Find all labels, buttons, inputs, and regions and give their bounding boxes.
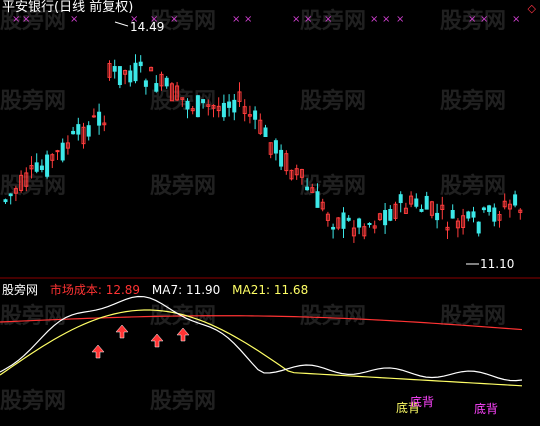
high-pointer-line bbox=[114, 21, 129, 27]
watermark-text: 股旁网 bbox=[440, 303, 506, 329]
cross-marker: × bbox=[70, 14, 78, 25]
candle-body bbox=[138, 61, 143, 67]
candle-body bbox=[424, 195, 429, 210]
candle-body bbox=[221, 102, 226, 118]
cross-marker: × bbox=[480, 14, 488, 25]
indicator-name: 股旁网 bbox=[2, 283, 39, 297]
watermark-text: 股旁网 bbox=[150, 388, 216, 414]
candle-body bbox=[513, 194, 518, 206]
candle-body bbox=[164, 77, 169, 87]
candle-body bbox=[45, 154, 50, 177]
legend-ma7: MA7: 11.90 bbox=[151, 283, 221, 297]
cross-marker: × bbox=[370, 14, 378, 25]
candle-body bbox=[263, 127, 268, 138]
watermark-text: 股旁网 bbox=[300, 88, 366, 114]
candle-body bbox=[253, 110, 258, 120]
cross-marker: × bbox=[12, 14, 20, 25]
candle-body bbox=[346, 217, 351, 221]
candle-body bbox=[419, 208, 424, 212]
watermark-text: 股旁网 bbox=[300, 303, 366, 329]
candle-body bbox=[117, 66, 122, 86]
cross-marker: × bbox=[512, 14, 520, 25]
cross-marker: × bbox=[244, 14, 252, 25]
up-arrow-icon bbox=[176, 327, 190, 342]
candle-body bbox=[273, 140, 278, 154]
cross-marker: × bbox=[292, 14, 300, 25]
candle-body bbox=[435, 212, 440, 221]
candle-body bbox=[154, 83, 159, 92]
cross-marker: × bbox=[468, 14, 476, 25]
watermark-text: 股旁网 bbox=[150, 88, 216, 114]
cross-marker: × bbox=[170, 14, 178, 25]
candle-body bbox=[487, 205, 492, 212]
watermark-text: 股旁网 bbox=[0, 88, 66, 114]
candle-body bbox=[91, 115, 96, 118]
watermark-text: 股旁网 bbox=[0, 388, 66, 414]
candle-body bbox=[34, 162, 39, 172]
candle-body bbox=[97, 111, 102, 126]
candle-body bbox=[39, 165, 44, 170]
low-price-label: 11.10 bbox=[480, 257, 515, 271]
candle-body bbox=[128, 70, 133, 83]
candle-body bbox=[398, 194, 403, 204]
watermark-text: 股旁网 bbox=[440, 173, 506, 199]
signal-label-3: 底背 bbox=[474, 402, 499, 416]
cross-marker: × bbox=[324, 14, 332, 25]
candle-body bbox=[341, 212, 346, 229]
candle-body bbox=[476, 221, 481, 234]
candle-body bbox=[414, 198, 419, 207]
candle-body bbox=[76, 124, 81, 135]
candle-body bbox=[383, 210, 388, 226]
candle-body bbox=[388, 209, 393, 221]
stock-chart-canvas: 股旁网 股旁网 股旁网 股旁网股旁网 股旁网 股旁网 股旁网股旁网 股旁网 股旁网 股旁网股旁网股… bbox=[0, 8, 540, 414]
candle-body bbox=[143, 80, 148, 87]
candle-body bbox=[55, 150, 60, 153]
candle-body bbox=[466, 211, 471, 219]
candle-body bbox=[195, 95, 200, 118]
candle-body bbox=[331, 226, 336, 230]
watermark-text: 股旁网 bbox=[440, 88, 506, 114]
watermark-text: 股旁网 bbox=[300, 173, 366, 199]
candle-body bbox=[86, 125, 91, 137]
candle-body bbox=[227, 101, 232, 108]
candle-body bbox=[315, 191, 320, 208]
diamond-icon[interactable]: ◇ bbox=[528, 2, 536, 15]
indicator-legend: 股旁网 市场成本: 12.89 MA7: 11.90 MA21: 11.68 bbox=[2, 281, 316, 298]
legend-cost: 市场成本: 12.89 bbox=[49, 283, 141, 297]
candle-body bbox=[112, 66, 117, 72]
up-arrow-icon bbox=[150, 333, 164, 348]
cross-marker: × bbox=[396, 14, 404, 25]
candle-body bbox=[492, 207, 497, 222]
watermark-text: 股旁网 bbox=[150, 173, 216, 199]
candle-body bbox=[450, 210, 455, 219]
watermark-text: 股旁网 bbox=[0, 303, 66, 329]
candle-body bbox=[232, 99, 237, 113]
candle-body bbox=[305, 186, 310, 191]
candle-body bbox=[481, 207, 486, 211]
up-arrow-icon bbox=[91, 344, 105, 359]
candle-body bbox=[60, 142, 65, 161]
up-arrow-icon bbox=[115, 324, 129, 339]
candle-body bbox=[8, 193, 13, 197]
candle-body bbox=[201, 99, 206, 104]
candle-body bbox=[185, 100, 190, 110]
cross-marker: × bbox=[382, 14, 390, 25]
high-price-label: 14.49 bbox=[130, 20, 165, 34]
cross-marker: × bbox=[232, 14, 240, 25]
candle-body bbox=[71, 130, 76, 135]
cross-marker: × bbox=[22, 14, 30, 25]
signal-label-2: 底背 bbox=[410, 395, 435, 409]
candle-body bbox=[357, 218, 362, 228]
candle-body bbox=[367, 222, 372, 225]
legend-ma21: MA21: 11.68 bbox=[232, 283, 309, 297]
candle-body bbox=[3, 199, 8, 203]
cross-marker: × bbox=[304, 14, 312, 25]
candle-body bbox=[279, 149, 284, 167]
candle-body bbox=[133, 62, 138, 82]
candle-body bbox=[471, 211, 476, 218]
chart-title: 平安银行(日线 前复权) bbox=[2, 0, 134, 15]
